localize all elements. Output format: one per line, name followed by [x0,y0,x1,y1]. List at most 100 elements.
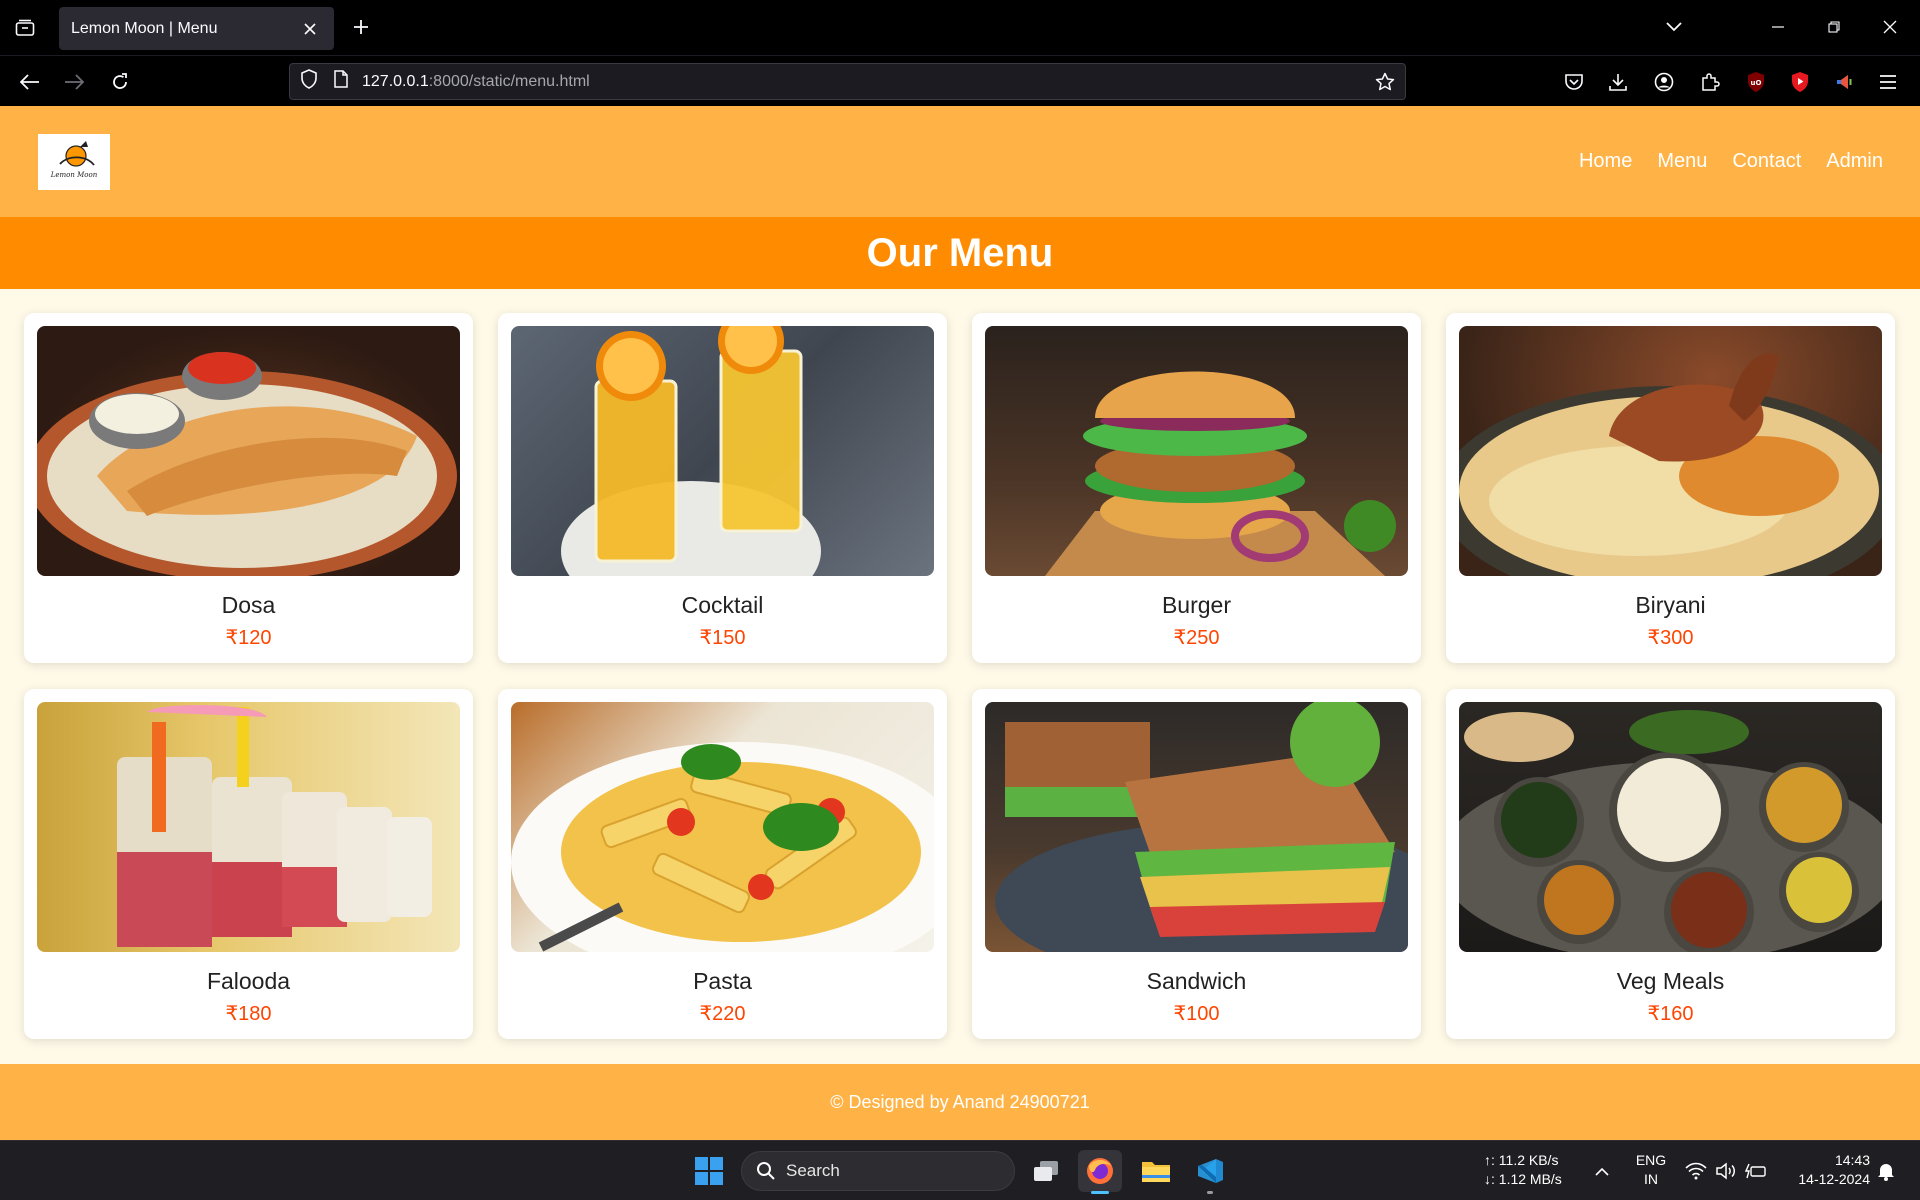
pocket-icon[interactable] [1558,66,1590,98]
site-nav: Home Menu Contact Admin [1579,150,1883,173]
biryani-image [1459,326,1882,576]
lang-code: ENG [1635,1152,1667,1168]
pasta-image [511,702,934,952]
new-tab-icon[interactable] [346,12,376,42]
back-arrow-icon[interactable] [14,66,46,98]
menu-card-biryani[interactable]: Biryani ₹300 [1446,313,1895,663]
burger-image [985,326,1408,576]
tab-title: Lemon Moon | Menu [71,19,218,37]
bookmark-star-icon[interactable] [1373,70,1397,94]
menu-card-dosa[interactable]: Dosa ₹120 [24,313,473,663]
nav-link-menu[interactable]: Menu [1657,150,1707,173]
logo[interactable]: Lemon Moon [38,134,110,190]
language-indicator[interactable]: ENG IN [1634,1151,1668,1189]
page-title: Our Menu [866,230,1054,275]
clock-time: 14:43 [1834,1152,1870,1168]
menu-card-cocktail[interactable]: Cocktail ₹150 [498,313,947,663]
active-app-indicator [1091,1191,1109,1194]
item-name: Falooda [206,968,291,994]
video-extension-icon[interactable] [1784,66,1816,98]
cocktail-image [511,326,934,576]
item-price: ₹250 [1173,627,1220,649]
system-clock[interactable]: 14:43 14-12-2024 [1780,1151,1870,1189]
item-name: Veg Meals [1616,968,1725,994]
svg-text:uO: uO [1751,79,1762,87]
veg-meals-image [1459,702,1882,952]
page-info-icon[interactable] [334,70,348,93]
menu-card-falooda[interactable]: Falooda ₹180 [24,689,473,1039]
menu-card-veg-meals[interactable]: Veg Meals ₹160 [1446,689,1895,1039]
web-page: Lemon Moon Home Menu Contact Admin Our M… [0,106,1920,1140]
clock-date: 14-12-2024 [1798,1171,1870,1187]
minimize-icon[interactable] [1758,12,1798,42]
firefox-taskbar-icon[interactable] [1078,1150,1122,1194]
taskbar-search[interactable]: Search [741,1151,1015,1191]
url-text[interactable]: 127.0.0.1:8000/static/menu.html [362,73,590,91]
windows-start-icon[interactable] [694,1156,724,1186]
net-up: ↑: 11.2 KB/s [1484,1152,1559,1168]
restore-icon[interactable] [1814,12,1854,42]
menu-card-burger[interactable]: Burger ₹250 [972,313,1421,663]
tab-overflow-chevron-icon[interactable] [1654,12,1694,42]
region-code: IN [1644,1171,1658,1187]
ublock-icon[interactable]: uO [1740,66,1772,98]
close-tab-icon[interactable] [298,17,322,41]
falooda-image [37,702,460,952]
reload-icon[interactable] [104,66,136,98]
wifi-icon[interactable] [1684,1159,1708,1183]
battery-charging-icon[interactable] [1744,1159,1768,1183]
account-icon[interactable] [1648,66,1680,98]
sandwich-image [985,702,1408,952]
lemon-moon-logo-icon: Lemon Moon [50,141,98,179]
dosa-image [37,326,460,576]
file-explorer-icon[interactable] [1134,1150,1178,1192]
url-bar[interactable]: 127.0.0.1:8000/static/menu.html [289,63,1406,100]
shield-icon[interactable] [300,69,318,94]
vscode-icon[interactable] [1188,1150,1232,1194]
task-view-icon[interactable] [1024,1150,1068,1192]
tray-chevron-up-icon[interactable] [1590,1159,1614,1183]
item-name: Burger [1161,592,1232,618]
menu-banner: Our Menu [0,217,1920,289]
menu-hamburger-icon[interactable] [1872,66,1904,98]
running-app-indicator [1207,1191,1213,1194]
nav-link-home[interactable]: Home [1579,150,1632,173]
browser-nav-bar: 127.0.0.1:8000/static/menu.html uO [0,55,1920,106]
net-down: ↓: 1.12 MB/s [1484,1171,1562,1187]
footer-credit: © Designed by Anand 24900721 [830,1091,1090,1112]
site-header: Lemon Moon Home Menu Contact Admin [0,106,1920,217]
nav-link-contact[interactable]: Contact [1732,150,1801,173]
volume-icon[interactable] [1714,1159,1738,1183]
url-host: 127.0.0.1 [362,72,429,90]
menu-grid: Dosa ₹120 Cocktail ₹150 Burger ₹250 Biry… [24,313,1896,1039]
item-name: Dosa [221,592,276,618]
svg-text:Lemon Moon: Lemon Moon [50,171,98,179]
downloads-icon[interactable] [1602,66,1634,98]
item-name: Biryani [1635,592,1706,618]
url-path: :8000/static/menu.html [428,72,590,90]
item-name: Sandwich [1146,968,1247,994]
item-price: ₹100 [1173,1003,1220,1025]
close-window-icon[interactable] [1870,12,1910,42]
forward-arrow-icon[interactable] [58,66,90,98]
extension-megaphone-icon[interactable] [1828,66,1860,98]
item-price: ₹120 [225,627,272,649]
item-price: ₹160 [1647,1003,1694,1025]
notification-bell-icon[interactable] [1874,1159,1898,1183]
taskbar: Search ↑: 11.2 KB/s ↓: 1.12 MB/s ENG IN … [0,1140,1920,1200]
browser-tab-bar: Lemon Moon | Menu [0,0,1920,55]
item-price: ₹300 [1647,627,1694,649]
item-name: Cocktail [681,592,764,618]
item-price: ₹180 [225,1003,272,1025]
list-all-tabs-icon[interactable] [10,14,40,42]
menu-card-pasta[interactable]: Pasta ₹220 [498,689,947,1039]
item-price: ₹150 [699,627,746,649]
search-icon [757,1162,775,1180]
active-tab[interactable]: Lemon Moon | Menu [59,7,334,50]
menu-card-sandwich[interactable]: Sandwich ₹100 [972,689,1421,1039]
nav-link-admin[interactable]: Admin [1826,150,1883,173]
search-label: Search [786,1161,840,1180]
site-footer: © Designed by Anand 24900721 [0,1064,1920,1140]
item-price: ₹220 [699,1003,746,1025]
extensions-puzzle-icon[interactable] [1694,66,1726,98]
